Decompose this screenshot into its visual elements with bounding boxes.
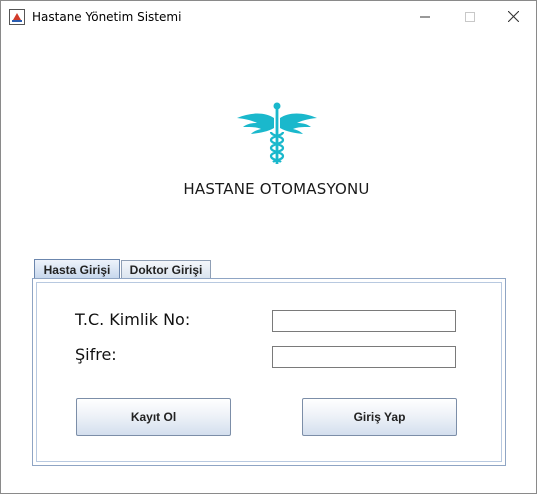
main-window: Hastane Yönetim Sistemi HASTANE OTOMASYO… [0, 0, 537, 494]
content-pane: HASTANE OTOMASYONU Hasta Girişi Doktor G… [1, 32, 536, 493]
password-label: Şifre: [75, 345, 117, 364]
maximize-icon [464, 11, 475, 22]
close-icon [508, 11, 519, 22]
maximize-button[interactable] [447, 1, 492, 32]
minimize-button[interactable] [402, 1, 447, 32]
app-heading-text: HASTANE OTOMASYONU [183, 180, 370, 198]
close-button[interactable] [491, 1, 536, 32]
tab-doctor-login[interactable]: Doktor Girişi [121, 260, 211, 279]
tc-label: T.C. Kimlik No: [75, 310, 191, 329]
login-panel: T.C. Kimlik No: Şifre: Kayıt Ol Giriş Ya… [32, 278, 506, 466]
register-button[interactable]: Kayıt Ol [76, 398, 231, 436]
app-heading: HASTANE OTOMASYONU [1, 180, 536, 198]
minimize-icon [419, 16, 430, 17]
tab-patient-login[interactable]: Hasta Girişi [34, 259, 120, 279]
caduceus-icon [237, 102, 317, 166]
password-input[interactable] [272, 346, 456, 368]
tc-kimlik-input[interactable] [272, 310, 456, 332]
java-app-icon [9, 9, 25, 25]
title-bar[interactable]: Hastane Yönetim Sistemi [1, 1, 536, 32]
login-button[interactable]: Giriş Yap [302, 398, 457, 436]
window-title: Hastane Yönetim Sistemi [32, 10, 182, 24]
